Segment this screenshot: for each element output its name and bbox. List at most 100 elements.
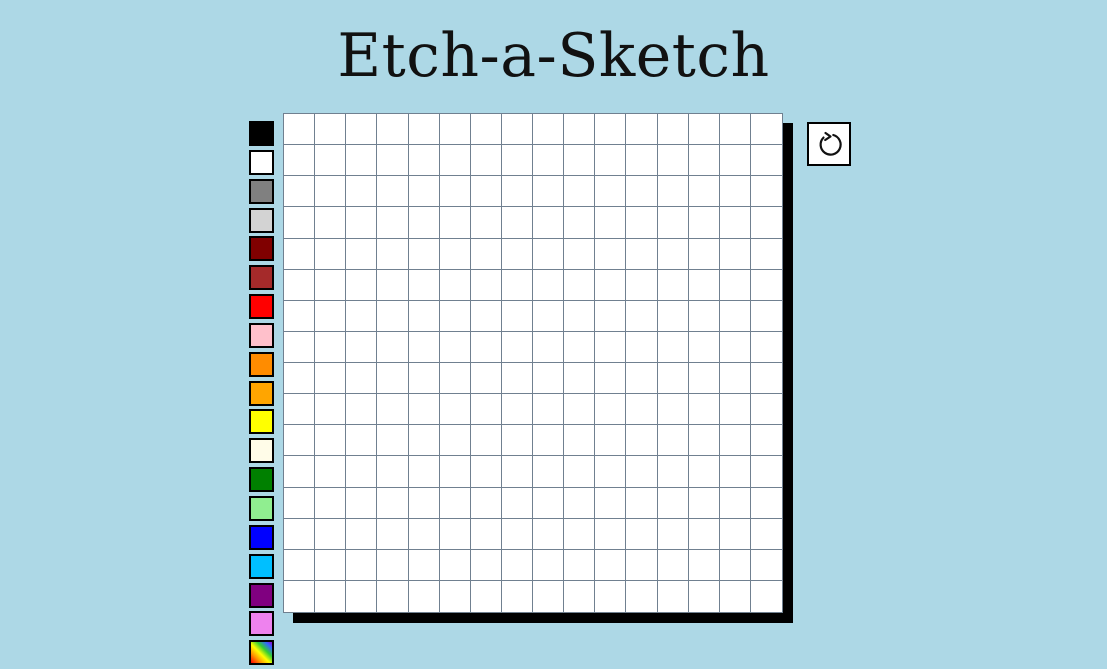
grid-cell[interactable]: [284, 145, 316, 177]
grid-cell[interactable]: [377, 549, 409, 581]
grid-cell[interactable]: [750, 238, 782, 270]
grid-cell[interactable]: [346, 114, 378, 146]
grid-cell[interactable]: [750, 207, 782, 239]
grid-cell[interactable]: [595, 207, 627, 239]
swatch-maroon[interactable]: [249, 236, 274, 262]
grid-cell[interactable]: [315, 114, 347, 146]
grid-cell[interactable]: [470, 300, 502, 332]
grid-cell[interactable]: [719, 363, 751, 395]
swatch-dark-orange[interactable]: [249, 351, 274, 377]
grid-cell[interactable]: [595, 176, 627, 208]
swatch-orange[interactable]: [249, 380, 274, 406]
grid-cell[interactable]: [657, 114, 689, 146]
grid-cell[interactable]: [688, 114, 720, 146]
grid-cell[interactable]: [377, 238, 409, 270]
grid-cell[interactable]: [626, 145, 658, 177]
grid-cell[interactable]: [719, 487, 751, 519]
grid-cell[interactable]: [377, 425, 409, 457]
grid-cell[interactable]: [346, 394, 378, 426]
grid-cell[interactable]: [501, 487, 533, 519]
reset-button[interactable]: [807, 122, 851, 166]
grid-cell[interactable]: [408, 425, 440, 457]
grid-cell[interactable]: [501, 238, 533, 270]
grid-cell[interactable]: [501, 331, 533, 363]
grid-cell[interactable]: [626, 207, 658, 239]
grid-cell[interactable]: [284, 456, 316, 488]
grid-cell[interactable]: [564, 363, 596, 395]
grid-cell[interactable]: [315, 207, 347, 239]
grid-cell[interactable]: [719, 331, 751, 363]
grid-cell[interactable]: [595, 238, 627, 270]
grid-cell[interactable]: [533, 456, 565, 488]
grid-cell[interactable]: [377, 456, 409, 488]
grid-cell[interactable]: [564, 300, 596, 332]
grid-cell[interactable]: [750, 549, 782, 581]
grid-cell[interactable]: [564, 549, 596, 581]
grid-cell[interactable]: [595, 269, 627, 301]
grid-cell[interactable]: [564, 269, 596, 301]
grid-cell[interactable]: [284, 580, 316, 612]
grid-cell[interactable]: [626, 394, 658, 426]
grid-cell[interactable]: [501, 114, 533, 146]
grid-cell[interactable]: [688, 456, 720, 488]
grid-cell[interactable]: [595, 425, 627, 457]
grid-cell[interactable]: [501, 518, 533, 550]
grid-cell[interactable]: [408, 238, 440, 270]
grid-cell[interactable]: [657, 549, 689, 581]
grid-cell[interactable]: [501, 300, 533, 332]
grid-cell[interactable]: [470, 425, 502, 457]
grid-cell[interactable]: [750, 580, 782, 612]
grid-cell[interactable]: [533, 518, 565, 550]
grid-cell[interactable]: [284, 487, 316, 519]
grid-cell[interactable]: [595, 580, 627, 612]
grid-cell[interactable]: [346, 176, 378, 208]
grid-cell[interactable]: [626, 425, 658, 457]
grid-cell[interactable]: [595, 394, 627, 426]
grid-cell[interactable]: [688, 425, 720, 457]
grid-cell[interactable]: [408, 269, 440, 301]
grid-cell[interactable]: [564, 207, 596, 239]
grid-cell[interactable]: [315, 300, 347, 332]
grid-cell[interactable]: [439, 549, 471, 581]
grid-cell[interactable]: [595, 549, 627, 581]
grid-cell[interactable]: [439, 269, 471, 301]
grid-cell[interactable]: [501, 394, 533, 426]
grid-cell[interactable]: [564, 145, 596, 177]
grid-cell[interactable]: [408, 114, 440, 146]
grid-cell[interactable]: [284, 331, 316, 363]
grid-cell[interactable]: [626, 114, 658, 146]
grid-cell[interactable]: [626, 176, 658, 208]
grid-cell[interactable]: [626, 238, 658, 270]
grid-cell[interactable]: [284, 518, 316, 550]
grid-cell[interactable]: [439, 518, 471, 550]
grid-cell[interactable]: [657, 425, 689, 457]
grid-cell[interactable]: [470, 580, 502, 612]
grid-cell[interactable]: [719, 580, 751, 612]
grid-cell[interactable]: [470, 269, 502, 301]
grid-cell[interactable]: [346, 331, 378, 363]
swatch-brown[interactable]: [249, 265, 274, 291]
sketch-board[interactable]: [283, 113, 783, 613]
grid-cell[interactable]: [719, 207, 751, 239]
grid-cell[interactable]: [750, 300, 782, 332]
grid-cell[interactable]: [533, 549, 565, 581]
grid-cell[interactable]: [595, 363, 627, 395]
grid-cell[interactable]: [626, 518, 658, 550]
grid-cell[interactable]: [315, 487, 347, 519]
grid-cell[interactable]: [346, 269, 378, 301]
grid-cell[interactable]: [439, 331, 471, 363]
grid-cell[interactable]: [719, 549, 751, 581]
grid-cell[interactable]: [470, 456, 502, 488]
grid-cell[interactable]: [346, 300, 378, 332]
grid-cell[interactable]: [719, 425, 751, 457]
grid-cell[interactable]: [470, 145, 502, 177]
grid-cell[interactable]: [750, 363, 782, 395]
grid-cell[interactable]: [346, 238, 378, 270]
grid-cell[interactable]: [501, 363, 533, 395]
grid-cell[interactable]: [564, 238, 596, 270]
grid-cell[interactable]: [315, 176, 347, 208]
grid-cell[interactable]: [750, 456, 782, 488]
grid-cell[interactable]: [688, 269, 720, 301]
swatch-blue[interactable]: [249, 524, 274, 550]
grid-cell[interactable]: [315, 425, 347, 457]
